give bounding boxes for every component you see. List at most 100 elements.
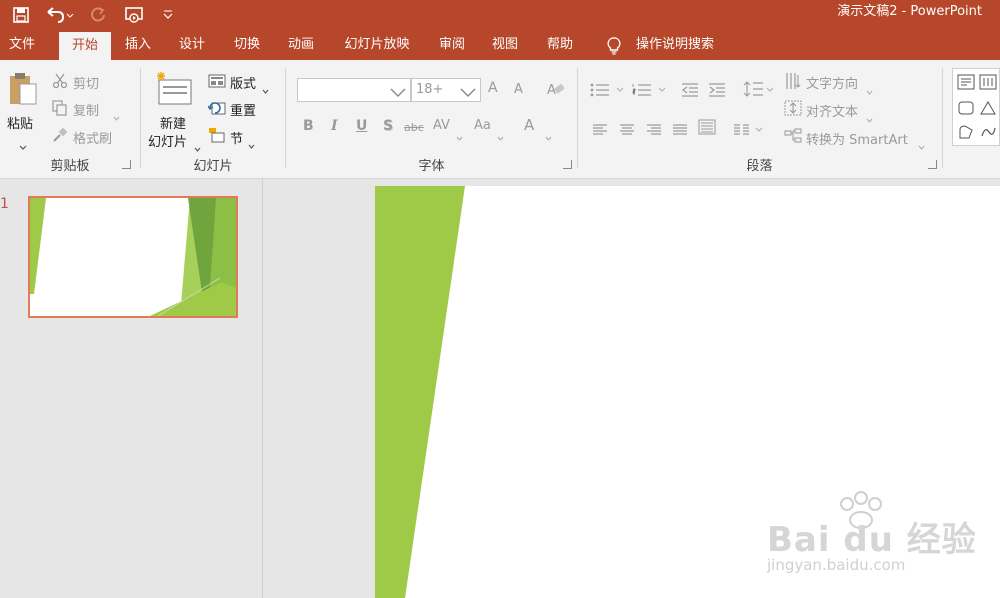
align-text-button[interactable]: 对齐文本	[806, 101, 858, 120]
spacing-dropdown-icon[interactable]	[456, 126, 463, 145]
bold-button[interactable]: B	[303, 118, 314, 134]
tell-me-search[interactable]: 操作说明搜索	[636, 30, 714, 60]
reset-icon	[207, 100, 226, 120]
format-painter-button[interactable]: 格式刷	[73, 128, 112, 147]
ribbon-home: 粘贴 剪切 复制 格式刷 剪贴板 新建 幻灯片 版式 重置 节 幻灯片 18+ …	[0, 60, 1000, 179]
align-text-icon	[784, 100, 802, 120]
layout-dropdown-icon[interactable]	[262, 79, 269, 98]
tab-review[interactable]: 审阅	[430, 30, 474, 60]
vertical-textbox-shape-icon[interactable]	[979, 74, 997, 94]
new-slide-label-2[interactable]: 幻灯片	[148, 131, 187, 150]
watermark-url: jingyan.baidu.com	[767, 556, 906, 574]
smartart-icon	[784, 128, 802, 148]
tab-home[interactable]: 开始	[59, 32, 111, 60]
case-dropdown-icon[interactable]	[497, 126, 504, 145]
lightbulb-icon[interactable]	[604, 36, 624, 56]
tab-help[interactable]: 帮助	[538, 30, 582, 60]
font-color-dropdown-icon[interactable]	[545, 126, 552, 145]
group-separator	[285, 68, 286, 168]
align-center-icon[interactable]	[619, 121, 635, 140]
freeform-shape-icon[interactable]	[957, 124, 975, 144]
undo-icon[interactable]	[42, 0, 76, 30]
save-icon[interactable]	[8, 0, 34, 30]
align-text-dropdown-icon[interactable]	[866, 108, 873, 127]
baidu-watermark: Bai du 经验 jingyan.baidu.com	[765, 488, 976, 580]
italic-button[interactable]: I	[331, 118, 338, 134]
copy-icon	[52, 100, 68, 120]
text-direction-icon	[784, 72, 802, 94]
increase-indent-icon[interactable]	[708, 82, 726, 101]
font-color-button[interactable]: A	[524, 116, 534, 134]
scissors-icon	[52, 73, 68, 93]
paste-icon[interactable]	[8, 72, 38, 112]
clear-formatting-icon[interactable]: A	[546, 80, 566, 102]
window-title: 演示文稿2 - PowerPoint	[837, 4, 982, 19]
align-right-icon[interactable]	[646, 121, 662, 140]
cut-button[interactable]: 剪切	[73, 73, 99, 92]
tab-view[interactable]: 视图	[483, 30, 527, 60]
justify-icon[interactable]	[672, 121, 688, 140]
numbering-icon[interactable]	[632, 82, 666, 101]
align-left-icon[interactable]	[592, 121, 608, 140]
thumbnail-artwork	[30, 198, 236, 316]
ribbon-tab-bar: 文件 开始 插入 设计 切换 动画 幻灯片放映 审阅 视图 帮助	[0, 30, 1000, 60]
clipboard-launcher-icon[interactable]	[122, 160, 131, 169]
font-launcher-icon[interactable]	[563, 160, 572, 169]
textbox-shape-icon[interactable]	[957, 74, 975, 94]
font-name-combo[interactable]	[297, 78, 411, 102]
section-dropdown-icon[interactable]	[248, 134, 255, 153]
columns-icon[interactable]	[733, 121, 765, 140]
chevron-down-icon[interactable]	[460, 84, 476, 103]
layout-button[interactable]: 版式	[230, 73, 256, 92]
shrink-font-button[interactable]: A	[514, 82, 523, 97]
shadow-button[interactable]: S	[383, 118, 393, 134]
text-direction-button[interactable]: 文字方向	[806, 73, 858, 92]
section-icon	[208, 127, 226, 147]
slide-number: 1	[0, 196, 9, 212]
tab-design[interactable]: 设计	[170, 30, 214, 60]
copy-dropdown-icon[interactable]	[113, 106, 120, 125]
text-direction-dropdown-icon[interactable]	[866, 80, 873, 99]
chevron-down-icon[interactable]	[390, 84, 406, 103]
new-slide-icon[interactable]	[155, 70, 193, 110]
distributed-icon[interactable]	[698, 119, 716, 139]
tab-animations[interactable]: 动画	[279, 30, 323, 60]
tab-slideshow[interactable]: 幻灯片放映	[334, 30, 420, 60]
format-painter-icon	[52, 127, 68, 147]
tab-file[interactable]: 文件	[0, 30, 44, 60]
smartart-dropdown-icon[interactable]	[918, 135, 925, 154]
curve-shape-icon[interactable]	[979, 124, 997, 144]
reset-button[interactable]: 重置	[230, 100, 256, 119]
layout-icon	[208, 73, 226, 92]
grow-font-button[interactable]: A	[488, 80, 498, 96]
paste-dropdown-icon[interactable]	[19, 136, 27, 155]
group-separator	[140, 68, 141, 168]
section-button[interactable]: 节	[230, 128, 243, 147]
new-slide-dropdown-icon[interactable]	[194, 137, 201, 156]
bullets-icon[interactable]	[590, 82, 624, 101]
tab-transitions[interactable]: 切换	[225, 30, 269, 60]
line-spacing-icon[interactable]	[743, 80, 775, 102]
slide-thumbnail-1[interactable]	[28, 196, 238, 318]
start-from-beginning-icon[interactable]	[122, 0, 148, 30]
tab-insert[interactable]: 插入	[116, 30, 160, 60]
rectangle-shape-icon[interactable]	[957, 100, 975, 120]
copy-button[interactable]: 复制	[73, 100, 99, 119]
convert-smartart-button[interactable]: 转换为 SmartArt	[806, 129, 908, 148]
shapes-gallery[interactable]	[952, 68, 1000, 146]
group-separator	[942, 68, 943, 168]
underline-button[interactable]: U	[356, 118, 367, 134]
font-size-combo[interactable]: 18+	[411, 78, 481, 102]
new-slide-label-1[interactable]: 新建	[160, 113, 186, 132]
triangle-shape-icon[interactable]	[979, 100, 997, 120]
customize-qat-icon[interactable]	[158, 0, 178, 30]
paragraph-group-label: 段落	[746, 159, 773, 174]
decrease-indent-icon[interactable]	[681, 82, 699, 101]
paste-button[interactable]: 粘贴	[7, 113, 33, 132]
paragraph-launcher-icon[interactable]	[928, 160, 937, 169]
character-spacing-button[interactable]: AV	[433, 118, 450, 133]
redo-icon[interactable]	[86, 0, 110, 30]
clipboard-group-label: 剪贴板	[50, 159, 90, 174]
change-case-button[interactable]: Aa	[474, 118, 491, 133]
strikethrough-button[interactable]: abc	[404, 121, 424, 134]
